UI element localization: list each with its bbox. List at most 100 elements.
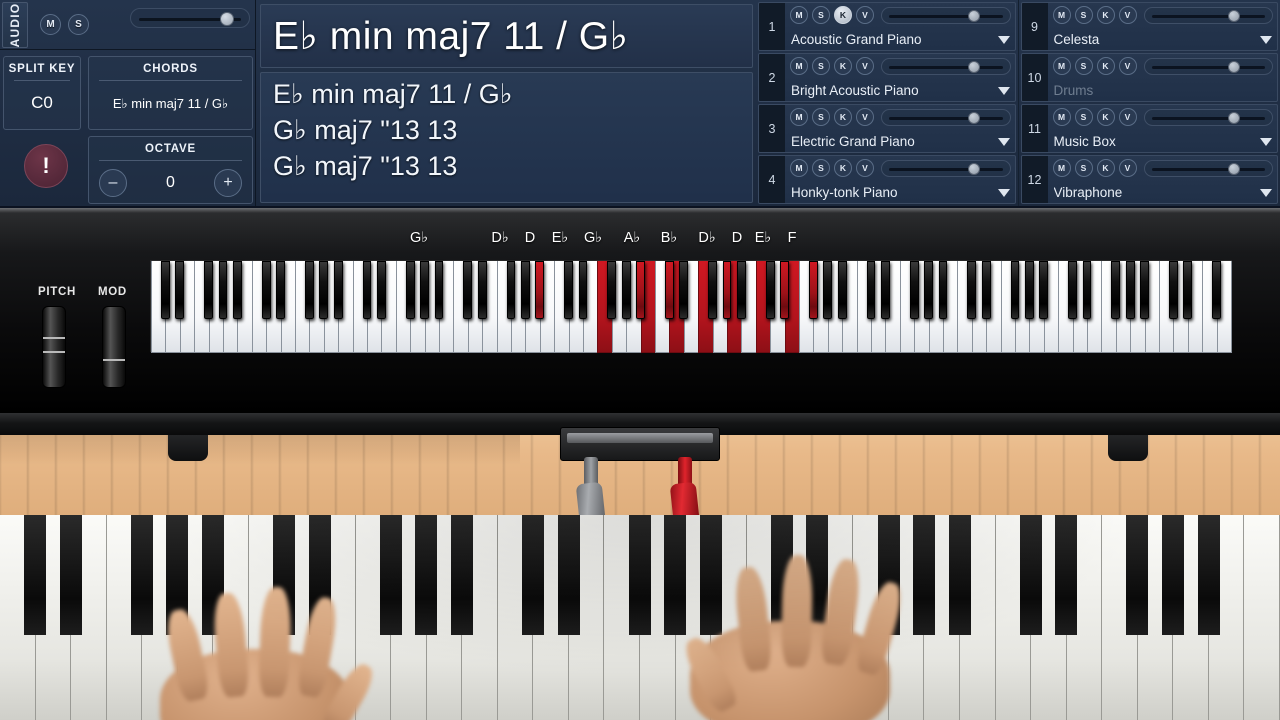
channel-mute-button[interactable]: M [790, 159, 808, 177]
piano-black-key[interactable] [564, 261, 573, 319]
chevron-down-icon[interactable] [1260, 189, 1272, 197]
piano-black-key[interactable] [477, 261, 487, 319]
piano-black-key[interactable] [578, 261, 588, 319]
pitch-wheel[interactable] [42, 306, 66, 388]
piano-black-key[interactable] [276, 261, 285, 319]
channel-strip[interactable]: 9 M S K V Celesta [1020, 2, 1278, 51]
piano-black-key[interactable] [506, 261, 516, 319]
channel-instrument-name[interactable]: Vibraphone [1054, 185, 1258, 200]
piano-black-key[interactable] [1010, 261, 1020, 319]
piano-black-key[interactable] [607, 261, 617, 319]
channel-velocity-button[interactable]: V [1118, 108, 1137, 126]
channel-velocity-button[interactable]: V [856, 108, 874, 126]
master-volume-slider[interactable] [130, 8, 250, 28]
piano-black-key[interactable] [1125, 261, 1135, 319]
channel-velocity-button[interactable]: V [856, 57, 874, 75]
piano-black-key[interactable] [305, 261, 314, 319]
channel-strip[interactable]: 1 M S K V Acoustic Grand Piano [758, 2, 1016, 51]
slider-knob[interactable] [1227, 9, 1240, 22]
piano-black-key[interactable] [420, 261, 429, 319]
channel-strip[interactable]: 4 M S K V Honky-tonk Piano [758, 155, 1016, 204]
piano-black-key[interactable] [881, 261, 890, 319]
channel-volume-slider[interactable] [881, 57, 1011, 75]
audio-mute-button[interactable]: M [40, 14, 61, 35]
piano-black-key[interactable] [809, 261, 818, 319]
piano-black-key[interactable] [405, 261, 415, 319]
piano-black-key[interactable] [780, 261, 789, 319]
piano-black-key[interactable] [967, 261, 977, 319]
channel-instrument-name[interactable]: Acoustic Grand Piano [791, 32, 995, 47]
piano-black-key[interactable] [377, 261, 386, 319]
octave-minus-button[interactable]: – [99, 169, 127, 197]
piano-black-key[interactable] [233, 261, 242, 319]
piano-black-key[interactable] [636, 261, 645, 319]
slider-knob[interactable] [1227, 111, 1240, 124]
channel-solo-button[interactable]: S [812, 159, 830, 177]
chevron-down-icon[interactable] [997, 87, 1010, 95]
piano-black-key[interactable] [204, 261, 213, 319]
slider-knob[interactable] [219, 12, 234, 26]
channel-solo-button[interactable]: S [812, 6, 830, 24]
piano-black-key[interactable] [737, 261, 746, 319]
channel-strip[interactable]: 2 M S K V Bright Acoustic Piano [758, 53, 1016, 102]
piano-black-key[interactable] [708, 261, 717, 319]
piano-black-key[interactable] [434, 261, 444, 319]
split-key-value[interactable]: C0 [4, 93, 80, 113]
audio-tab[interactable]: AUDIO [2, 2, 28, 48]
channel-volume-slider[interactable] [1143, 57, 1273, 75]
slider-knob[interactable] [967, 111, 980, 124]
channel-key-button[interactable]: K [1096, 108, 1115, 126]
channel-strip[interactable]: 12 M S K V Vibraphone [1020, 155, 1278, 204]
piano-black-key[interactable] [1169, 261, 1178, 319]
channel-volume-slider[interactable] [1143, 108, 1273, 126]
channel-solo-button[interactable]: S [1074, 57, 1093, 75]
piano-black-key[interactable] [319, 261, 329, 319]
channel-velocity-button[interactable]: V [856, 6, 874, 24]
piano-black-key[interactable] [362, 261, 372, 319]
piano-black-key[interactable] [175, 261, 185, 319]
channel-mute-button[interactable]: M [1052, 6, 1071, 24]
channel-strip[interactable]: 3 M S K V Electric Grand Piano [758, 104, 1016, 153]
slider-knob[interactable] [967, 9, 980, 22]
channel-volume-slider[interactable] [881, 6, 1011, 24]
piano-black-key[interactable] [333, 261, 343, 319]
channel-mute-button[interactable]: M [790, 6, 808, 24]
channel-key-button[interactable]: K [834, 159, 852, 177]
warning-icon[interactable]: ! [24, 144, 68, 188]
piano-black-key[interactable] [1068, 261, 1077, 319]
slider-knob[interactable] [1227, 60, 1240, 73]
channel-velocity-button[interactable]: V [856, 159, 874, 177]
channel-key-button[interactable]: K [1096, 6, 1115, 24]
channel-solo-button[interactable]: S [812, 57, 830, 75]
channel-instrument-name[interactable]: Honky-tonk Piano [791, 185, 995, 200]
piano-black-key[interactable] [1140, 261, 1149, 319]
mod-wheel[interactable] [102, 306, 126, 388]
piano-black-key[interactable] [722, 261, 732, 319]
piano-black-key[interactable] [1039, 261, 1049, 319]
channel-instrument-name[interactable]: Electric Grand Piano [791, 134, 995, 149]
chevron-down-icon[interactable] [997, 189, 1010, 197]
channel-key-button[interactable]: K [1096, 57, 1115, 75]
piano-black-key[interactable] [1025, 261, 1034, 319]
piano-black-key[interactable] [1183, 261, 1193, 319]
channel-solo-button[interactable]: S [812, 108, 830, 126]
piano-black-key[interactable] [1212, 261, 1221, 319]
channel-volume-slider[interactable] [881, 108, 1011, 126]
piano-black-key[interactable] [463, 261, 473, 319]
channel-key-button[interactable]: K [834, 108, 852, 126]
piano-black-key[interactable] [909, 261, 919, 319]
channel-velocity-button[interactable]: V [1118, 159, 1137, 177]
channel-mute-button[interactable]: M [1052, 57, 1071, 75]
channel-instrument-name[interactable]: Music Box [1054, 134, 1258, 149]
piano-black-key[interactable] [866, 261, 876, 319]
channel-velocity-button[interactable]: V [1118, 57, 1137, 75]
channel-instrument-name[interactable]: Drums [1054, 83, 1258, 98]
chords-panel[interactable]: CHORDS E♭ min maj7 11 / G♭ [88, 56, 253, 130]
channel-velocity-button[interactable]: V [1118, 6, 1137, 24]
channel-solo-button[interactable]: S [1074, 159, 1093, 177]
channel-strip[interactable]: 11 M S K V Music Box [1020, 104, 1278, 153]
piano-black-key[interactable] [161, 261, 170, 319]
channel-mute-button[interactable]: M [1052, 159, 1071, 177]
channel-instrument-name[interactable]: Bright Acoustic Piano [791, 83, 995, 98]
virtual-piano-keys[interactable] [150, 260, 1232, 353]
